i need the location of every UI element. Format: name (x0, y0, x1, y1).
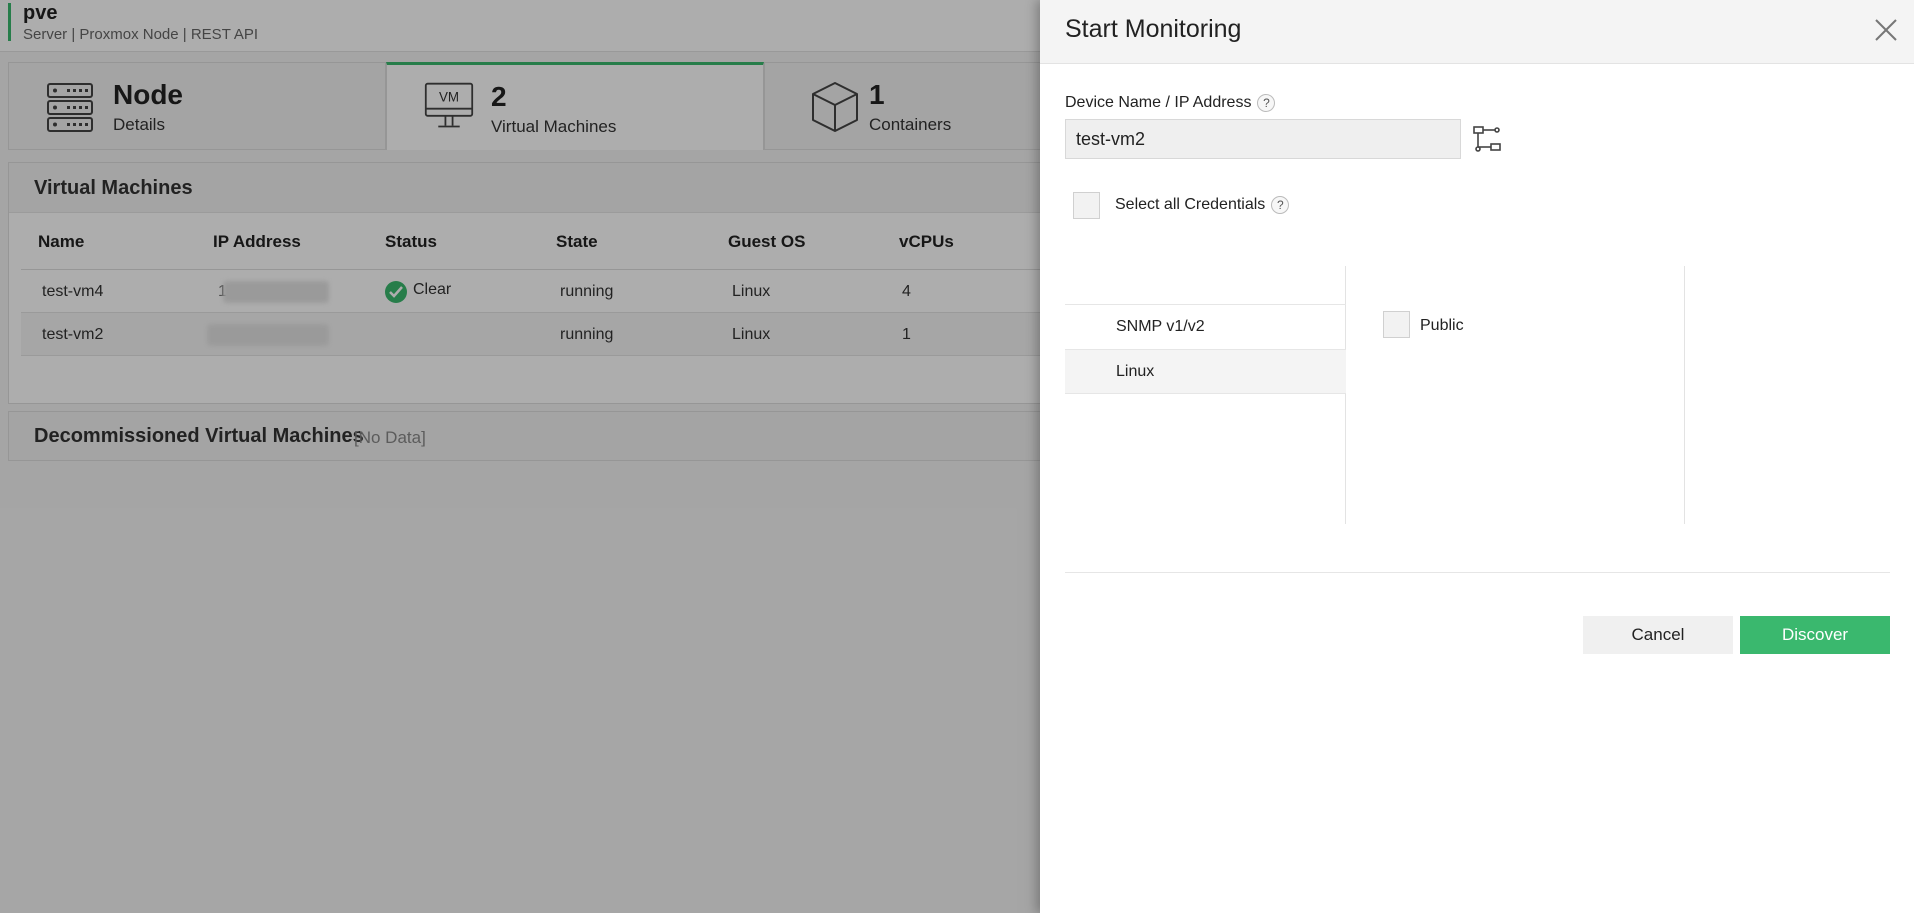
start-monitoring-drawer: Start Monitoring Device Name / IP Addres… (1040, 0, 1914, 913)
network-discovery-icon[interactable] (1472, 124, 1502, 154)
discover-button[interactable]: Discover (1740, 616, 1890, 654)
credential-type-linux[interactable]: Linux (1065, 349, 1346, 394)
help-icon[interactable]: ? (1271, 196, 1290, 214)
drawer-divider (1065, 572, 1890, 573)
drawer-title: Start Monitoring (1065, 15, 1242, 43)
cancel-button[interactable]: Cancel (1583, 616, 1733, 654)
close-icon[interactable] (1872, 16, 1900, 44)
credential-public-label: Public (1420, 317, 1464, 334)
select-all-credentials-checkbox[interactable] (1073, 192, 1100, 219)
credential-type-snmp[interactable]: SNMP v1/v2 (1065, 304, 1346, 349)
credentials-selector: SNMP v1/v2 Linux (1065, 266, 1889, 524)
credential-public-checkbox[interactable] (1383, 311, 1410, 338)
help-icon[interactable]: ? (1257, 94, 1276, 112)
drawer-header: Start Monitoring (1040, 0, 1914, 64)
device-name-label: Device Name / IP Address? (1065, 94, 1276, 112)
select-all-credentials-label: Select all Credentials? (1115, 196, 1290, 214)
device-name-label-text: Device Name / IP Address (1065, 94, 1252, 112)
modal-backdrop[interactable] (0, 0, 1040, 913)
select-all-credentials-text: Select all Credentials (1115, 196, 1266, 214)
credentials-column-divider (1684, 266, 1685, 524)
device-name-input[interactable] (1065, 119, 1461, 159)
